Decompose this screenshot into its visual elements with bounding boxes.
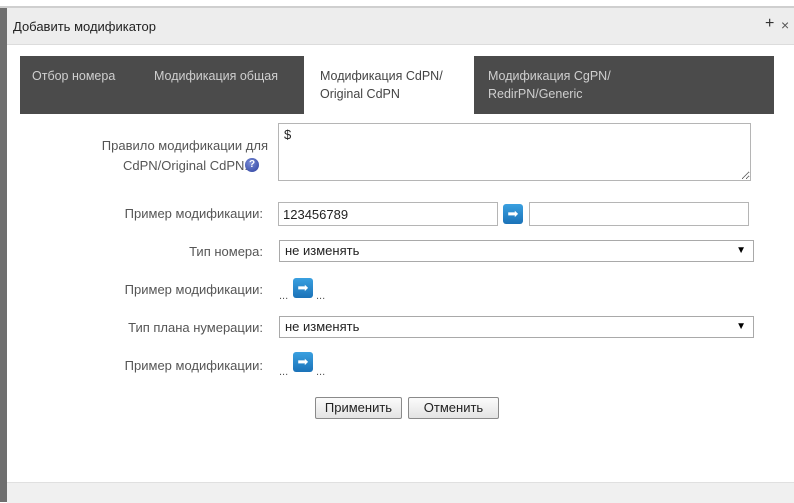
arrow-right-icon[interactable]: ➡ <box>293 352 313 372</box>
tab-label-line1: Модификация CgPN/ <box>488 69 611 83</box>
example3-output-ellipsis: ... <box>316 366 326 378</box>
example2-output-ellipsis: ... <box>316 290 326 302</box>
rule-label: Правило модификации для CdPN/Original Cd… <box>40 136 268 176</box>
numbering-plan-value: не изменять <box>285 319 360 334</box>
number-type-label: Тип номера: <box>189 244 263 259</box>
dialog-title: Добавить модификатор <box>13 19 156 34</box>
example-input-field[interactable] <box>278 202 498 226</box>
numbering-plan-label: Тип плана нумерации: <box>128 320 263 335</box>
rule-label-line1: Правило модификации для <box>101 138 268 153</box>
numbering-plan-select[interactable]: не изменять ▼ <box>279 316 754 338</box>
number-type-select[interactable]: не изменять ▼ <box>279 240 754 262</box>
tab-label-line2: Original CdPN <box>320 87 400 101</box>
help-icon[interactable]: ? <box>245 158 259 172</box>
dialog-titlebar[interactable]: Добавить модификатор + × <box>7 8 794 45</box>
chevron-down-icon: ▼ <box>736 245 746 256</box>
arrow-right-icon[interactable]: ➡ <box>503 204 523 224</box>
apply-button[interactable]: Применить <box>315 397 402 419</box>
close-icon[interactable]: × <box>781 17 793 33</box>
tab-label-line2: RedirPN/Generic <box>488 87 583 101</box>
tab-general-modification[interactable]: Модификация общая <box>138 56 304 114</box>
arrow-right-icon[interactable]: ➡ <box>293 278 313 298</box>
example-output-field[interactable] <box>529 202 749 226</box>
modification-rule-textarea[interactable]: $ <box>278 123 751 181</box>
number-type-value: не изменять <box>285 243 360 258</box>
tab-label: Модификация общая <box>154 69 278 83</box>
chevron-down-icon: ▼ <box>736 321 746 332</box>
tab-label: Отбор номера <box>32 69 116 83</box>
example3-label: Пример модификации: <box>124 358 263 373</box>
dialog-footer <box>7 482 794 503</box>
tab-cgpn-modification[interactable]: Модификация CgPN/ RedirPN/Generic <box>474 56 674 114</box>
tab-bar: Отбор номера Модификация общая Модификац… <box>20 56 774 114</box>
tab-number-selection[interactable]: Отбор номера <box>20 56 138 114</box>
tab-label-line1: Модификация CdPN/ <box>320 69 443 83</box>
dialog-left-border <box>0 8 7 502</box>
example3-input-ellipsis: ... <box>279 366 289 378</box>
example2-label: Пример модификации: <box>124 282 263 297</box>
maximize-plus-icon[interactable]: + <box>765 16 779 32</box>
tab-cdpn-modification[interactable]: Модификация CdPN/ Original CdPN <box>304 56 474 114</box>
modifier-dialog: Добавить модификатор + × Отбор номера Мо… <box>0 0 794 503</box>
example-label: Пример модификации: <box>124 206 263 221</box>
rule-label-line2: CdPN/Original CdPN: <box>123 158 248 173</box>
rule-label-line2-wrap: CdPN/Original CdPN: <box>40 156 268 176</box>
example2-input-ellipsis: ... <box>279 290 289 302</box>
cancel-button[interactable]: Отменить <box>408 397 499 419</box>
